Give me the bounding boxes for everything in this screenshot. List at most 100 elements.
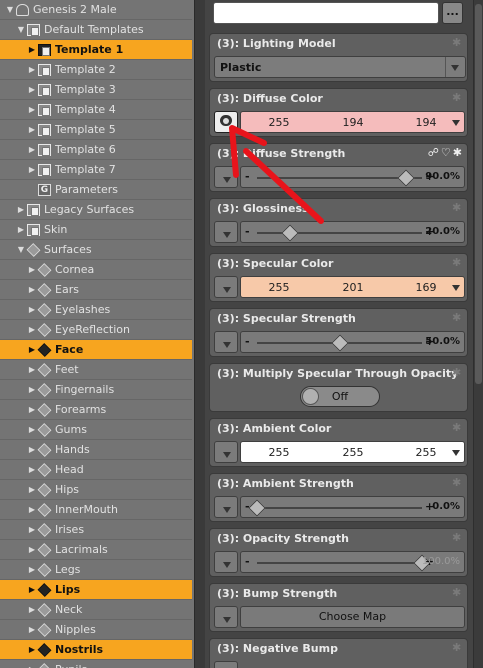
image-map-button[interactable] [214,111,238,133]
map-menu-button[interactable] [214,441,238,463]
expand-arrow-icon[interactable]: ▼ [17,20,25,39]
tree-item[interactable]: ▶ Hips [0,480,192,500]
collapse-arrow-icon[interactable]: ▶ [28,280,36,299]
collapse-arrow-icon[interactable]: ▶ [28,480,36,499]
gear-icon[interactable]: ✱ [452,642,463,653]
decrement-button[interactable]: - [245,225,250,238]
tree-item[interactable]: ▶ Template 3 [0,80,192,100]
collapse-arrow-icon[interactable]: ▶ [28,320,36,339]
gear-icon[interactable]: ✱ [452,37,463,48]
tree-item[interactable]: ▶ Lacrimals [0,540,192,560]
collapse-arrow-icon[interactable]: ▶ [28,300,36,319]
gear-icon[interactable]: ✱ [452,422,463,433]
collapse-arrow-icon[interactable]: ▶ [28,60,36,79]
tree-item[interactable]: ▶ Eyelashes [0,300,192,320]
collapse-arrow-icon[interactable]: ▶ [28,340,36,359]
multiply-specular-toggle[interactable]: Off [300,386,380,407]
collapse-arrow-icon[interactable]: ▶ [28,520,36,539]
collapse-arrow-icon[interactable]: ▶ [28,420,36,439]
ambient-strength-slider[interactable]: - + 0.0% [240,496,465,518]
collapse-arrow-icon[interactable]: ▶ [28,600,36,619]
specular-strength-slider[interactable]: - + 50.0% [240,331,465,353]
gear-icon[interactable]: ✱ [452,257,463,268]
tree-item[interactable]: ▶ EyeReflection [0,320,192,340]
chevron-down-icon[interactable] [452,120,460,126]
pane-splitter[interactable] [194,0,205,668]
gear-icon[interactable]: ✱ [452,202,463,213]
tree-item[interactable]: ▶ Feet [0,360,192,380]
map-menu-button[interactable] [214,661,238,668]
specular-color-field[interactable]: 255 201 169 [240,276,465,298]
collapse-arrow-icon[interactable]: ▶ [28,580,36,599]
slider-value[interactable]: 100.0% [422,556,460,567]
map-menu-button[interactable] [214,606,238,628]
gear-icon[interactable]: ✱ [452,312,463,323]
decrement-button[interactable]: - [245,170,250,183]
tree-item[interactable]: ▶ Fingernails [0,380,192,400]
tree-item[interactable]: ▶ Pupils [0,660,192,668]
tree-item[interactable]: ▶ Gums [0,420,192,440]
tree-item[interactable]: ▶ InnerMouth [0,500,192,520]
gear-icon[interactable]: ✱ [452,587,463,598]
gear-icon[interactable]: ✱ [452,477,463,488]
collapse-arrow-icon[interactable]: ▶ [28,40,36,59]
tree-item[interactable]: ▼ Default Templates [0,20,192,40]
gear-icon[interactable]: ✱ [453,146,464,159]
collapse-arrow-icon[interactable]: ▶ [17,200,25,219]
tree-item[interactable]: ▶ Template 2 [0,60,192,80]
tree-item[interactable]: ▶ Template 4 [0,100,192,120]
collapse-arrow-icon[interactable]: ▶ [28,260,36,279]
collapse-arrow-icon[interactable]: ▶ [28,620,36,639]
tree-item[interactable]: ▶ Lips [0,580,192,600]
opacity-strength-slider[interactable]: - + 100.0% [240,551,465,573]
ambient-color-field[interactable]: 255 255 255 [240,441,465,463]
collapse-arrow-icon[interactable]: ▶ [28,500,36,519]
decrement-button[interactable]: - [245,335,250,348]
diffuse-color-field[interactable]: 255 194 194 [240,111,465,133]
gear-icon[interactable]: ✱ [452,92,463,103]
collapse-arrow-icon[interactable]: ▶ [17,220,25,239]
tree-item[interactable]: G Parameters [0,180,192,200]
slider-value[interactable]: 90.0% [425,171,460,182]
collapse-arrow-icon[interactable]: ▶ [28,100,36,119]
map-menu-button[interactable] [214,496,238,518]
expand-arrow-icon[interactable]: ▼ [17,240,25,259]
chevron-down-icon[interactable] [452,285,460,291]
map-menu-button[interactable] [214,551,238,573]
scrollbar-thumb[interactable] [475,4,482,384]
browse-button[interactable]: ... [442,2,463,24]
tree-item[interactable]: ▶ Legs [0,560,192,580]
collapse-arrow-icon[interactable]: ▶ [28,560,36,579]
tree-item[interactable]: ▶ Face [0,340,192,360]
expand-arrow-icon[interactable]: ▼ [6,0,14,19]
collapse-arrow-icon[interactable]: ▶ [28,640,36,659]
gear-icon[interactable]: ✱ [452,367,463,378]
glossiness-slider[interactable]: - + 20.0% [240,221,465,243]
link-icon[interactable]: ☍ [428,146,441,159]
map-menu-button[interactable] [214,276,238,298]
tree-item[interactable]: ▶ Nipples [0,620,192,640]
collapse-arrow-icon[interactable]: ▶ [28,360,36,379]
tree-item[interactable]: ▶ Ears [0,280,192,300]
collapse-arrow-icon[interactable]: ▶ [28,540,36,559]
map-menu-button[interactable] [214,221,238,243]
map-menu-button[interactable] [214,166,238,188]
tree-item[interactable]: ▶ Template 1 [0,40,192,60]
decrement-button[interactable]: - [245,555,250,568]
chevron-down-icon[interactable] [452,450,460,456]
tree-item[interactable]: ▶ Neck [0,600,192,620]
lighting-model-dropdown[interactable]: Plastic [214,56,466,78]
tree-item[interactable]: ▶ Nostrils [0,640,192,660]
diffuse-strength-slider[interactable]: - + 90.0% [240,166,465,188]
tree-item[interactable]: ▶ Cornea [0,260,192,280]
tree-item[interactable]: ▶ Head [0,460,192,480]
gear-icon[interactable]: ✱ [452,532,463,543]
heart-icon[interactable]: ♡ [441,146,453,159]
slider-value[interactable]: 0.0% [432,501,460,512]
vertical-scrollbar[interactable] [473,0,483,668]
slider-value[interactable]: 20.0% [425,226,460,237]
choose-map-button[interactable]: Choose Map [240,606,465,628]
tree-item[interactable]: ▶ Skin [0,220,192,240]
collapse-arrow-icon[interactable]: ▶ [28,380,36,399]
collapse-arrow-icon[interactable]: ▶ [28,140,36,159]
